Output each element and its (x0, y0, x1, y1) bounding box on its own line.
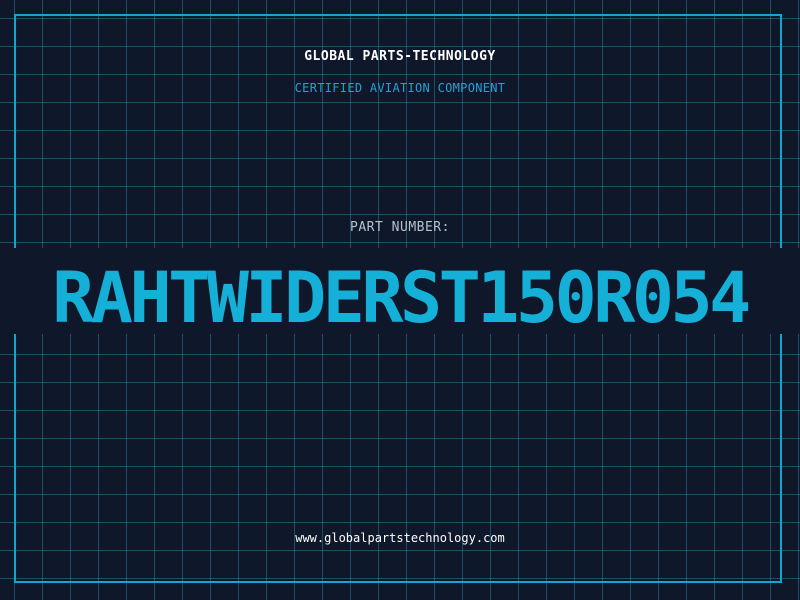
website-url[interactable]: www.globalpartstechnology.com (0, 531, 800, 545)
certification-subtitle: CERTIFIED AVIATION COMPONENT (294, 81, 506, 95)
part-number-label: PART NUMBER: (350, 220, 450, 235)
part-label-card: GLOBAL PARTS-TECHNOLOGY CERTIFIED AVIATI… (0, 0, 800, 600)
company-name: GLOBAL PARTS-TECHNOLOGY (304, 49, 496, 64)
part-number-value: RAHTWIDERST150R054 (52, 257, 751, 339)
